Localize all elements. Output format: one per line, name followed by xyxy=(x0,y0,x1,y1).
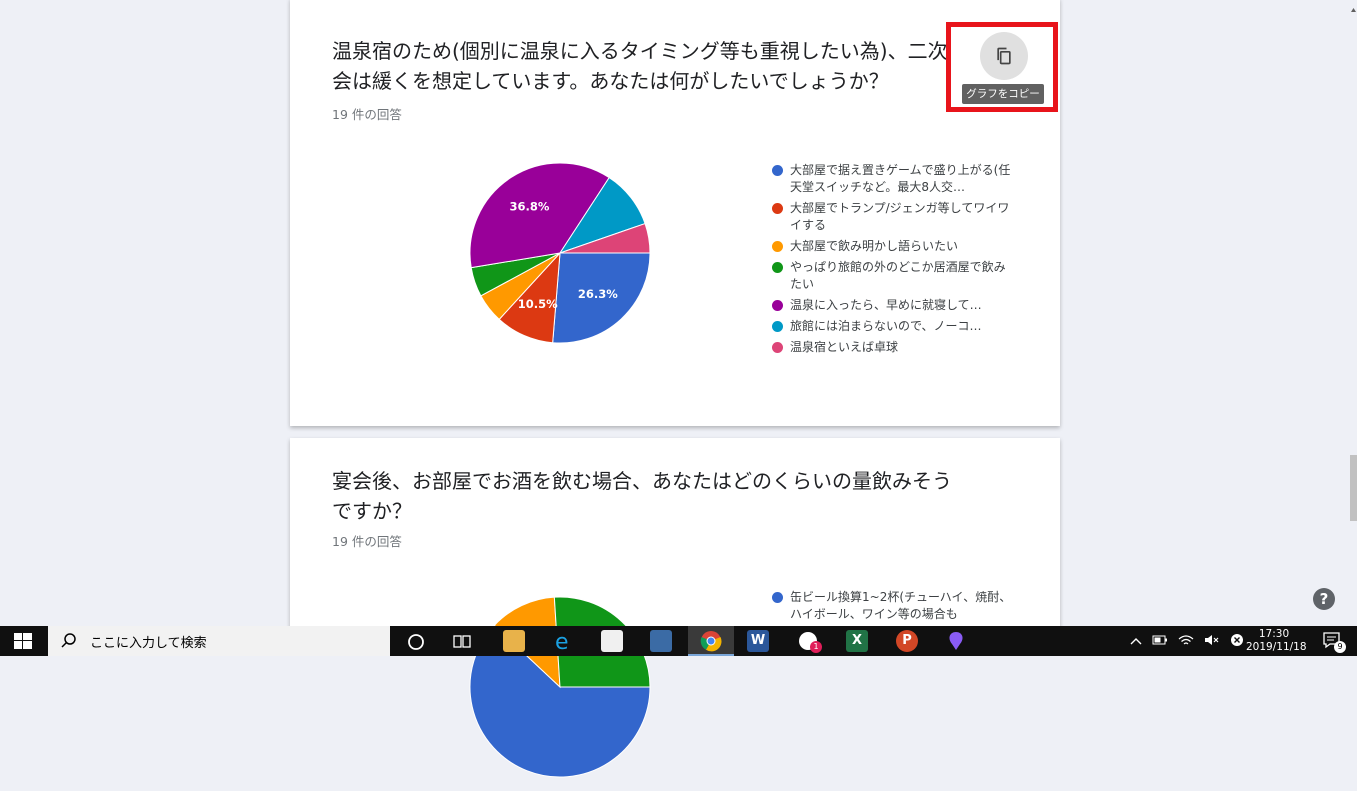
close-circle-icon[interactable] xyxy=(1230,633,1244,650)
response-count: 19 件の回答 xyxy=(332,107,402,122)
question-card-2: 宴会後、お部屋でお酒を飲む場合、あなたはどのくらいの量飲みそうですか？ 19 件… xyxy=(290,438,1060,778)
search-placeholder: ここに入力して検索 xyxy=(90,635,207,651)
legend-label-3: やっぱり旅館の外のどこか居酒屋で飲みたい xyxy=(790,260,1006,291)
remote-desktop-icon[interactable] xyxy=(650,630,672,652)
question-card-1: 温泉宿のため(個別に温泉に入るタイミング等も重視したい為)、二次会は緩くを想定し… xyxy=(290,0,1060,426)
word-icon[interactable]: W xyxy=(747,630,769,652)
powerpoint-icon[interactable]: P xyxy=(896,630,918,652)
legend-label-1: 大部屋でトランプ/ジェンガ等してワイワイする xyxy=(790,201,1010,232)
search-icon xyxy=(61,633,76,648)
legend-item-2[interactable]: 大部屋で飲み明かし語らいたい xyxy=(772,238,1012,255)
clock-date: 2019/11/18 xyxy=(1246,641,1307,653)
legend-dot-4 xyxy=(772,300,783,311)
scrollbar-up-arrow[interactable] xyxy=(1350,0,1357,12)
chevron-up-icon[interactable] xyxy=(1130,635,1142,648)
chart-legend: 大部屋で据え置きゲームで盛り上がる(任天堂スイッチなど。最大8人交… 大部屋でトラ… xyxy=(772,162,1012,360)
system-tray xyxy=(1130,626,1244,656)
legend-label-6: 温泉宿といえば卓球 xyxy=(790,340,899,354)
legend-item-4[interactable]: 温泉に入ったら、早めに就寝して… xyxy=(772,297,1012,314)
legend-label-5: 旅館には泊まらないので、ノーコ… xyxy=(790,319,982,333)
pie-data-label-0: 26.3% xyxy=(578,287,618,301)
response-count: 19 件の回答 xyxy=(332,534,402,549)
question-title: 温泉宿のため(個別に温泉に入るタイミング等も重視したい為)、二次会は緩くを想定し… xyxy=(332,39,948,93)
question-title: 宴会後、お部屋でお酒を飲む場合、あなたはどのくらいの量飲みそうですか？ xyxy=(332,469,952,523)
help-button[interactable]: ? xyxy=(1313,588,1335,610)
legend-item-5[interactable]: 旅館には泊まらないので、ノーコ… xyxy=(772,318,1012,335)
windows-logo-icon xyxy=(14,633,32,649)
pie-data-label-1: 10.5% xyxy=(518,297,558,311)
windows-start-button[interactable] xyxy=(14,633,32,653)
internet-explorer-icon[interactable]: e xyxy=(552,630,574,655)
cortana-button[interactable] xyxy=(407,633,425,655)
task-view-button[interactable] xyxy=(453,633,473,655)
legend-label-4: 温泉に入ったら、早めに就寝して… xyxy=(790,298,982,312)
legend-item-0[interactable]: 缶ビール換算1~2杯(チューハイ、焼酎、ハイボール、ワイン等の場合も xyxy=(772,589,1012,623)
legend-dot-6 xyxy=(772,342,783,353)
volume-muted-icon[interactable] xyxy=(1204,634,1220,649)
legend-label-2: 大部屋で飲み明かし語らいたい xyxy=(790,239,959,253)
windows-taskbar: ここに入力して検索 e W 1 X P 17:30 2019/11/18 9 xyxy=(0,626,1357,656)
legend-label-0: 缶ビール換算1~2杯(チューハイ、焼酎、ハイボール、ワイン等の場合も xyxy=(790,590,1012,621)
chrome-taskbar-button[interactable] xyxy=(688,626,734,656)
taskbar-search-box[interactable]: ここに入力して検索 xyxy=(48,626,390,656)
notepad-app-icon[interactable] xyxy=(601,630,623,652)
cortana-icon xyxy=(408,634,424,650)
highlight-box xyxy=(946,22,1058,112)
legend-item-6[interactable]: 温泉宿といえば卓球 xyxy=(772,339,1012,356)
chart-legend: 缶ビール換算1~2杯(チューハイ、焼酎、ハイボール、ワイン等の場合も xyxy=(772,589,1012,627)
clock-time: 17:30 xyxy=(1258,628,1290,640)
pie-chart xyxy=(469,596,651,778)
notification-count-badge: 9 xyxy=(1334,641,1346,653)
battery-icon[interactable] xyxy=(1152,635,1168,648)
scrollbar-thumb[interactable] xyxy=(1350,455,1357,521)
pie-chart: 26.3% 10.5% 36.8% xyxy=(469,162,651,344)
legend-item-3[interactable]: やっぱり旅館の外のどこか居酒屋で飲みたい xyxy=(772,259,1012,293)
legend-item-1[interactable]: 大部屋でトランプ/ジェンガ等してワイワイする xyxy=(772,200,1012,234)
legend-dot-0 xyxy=(772,592,783,603)
legend-label-0: 大部屋で据え置きゲームで盛り上がる(任天堂スイッチなど。最大8人交… xyxy=(790,163,1011,194)
legend-dot-5 xyxy=(772,321,783,332)
clock[interactable]: 17:30 2019/11/18 xyxy=(1246,628,1307,654)
excel-icon[interactable]: X xyxy=(846,630,868,652)
paint3d-icon[interactable] xyxy=(945,630,967,652)
legend-item-0[interactable]: 大部屋で据え置きゲームで盛り上がる(任天堂スイッチなど。最大8人交… xyxy=(772,162,1012,196)
task-view-icon xyxy=(453,635,471,648)
wifi-icon[interactable] xyxy=(1178,634,1194,649)
legend-dot-3 xyxy=(772,262,783,273)
pie-data-label-4: 36.8% xyxy=(510,199,550,213)
legend-dot-0 xyxy=(772,165,783,176)
chrome-icon xyxy=(700,631,722,652)
legend-dot-1 xyxy=(772,203,783,214)
slack-notification-badge: 1 xyxy=(810,641,822,653)
legend-dot-2 xyxy=(772,241,783,252)
svg-text:e: e xyxy=(555,630,569,652)
file-explorer-icon[interactable] xyxy=(503,630,525,652)
